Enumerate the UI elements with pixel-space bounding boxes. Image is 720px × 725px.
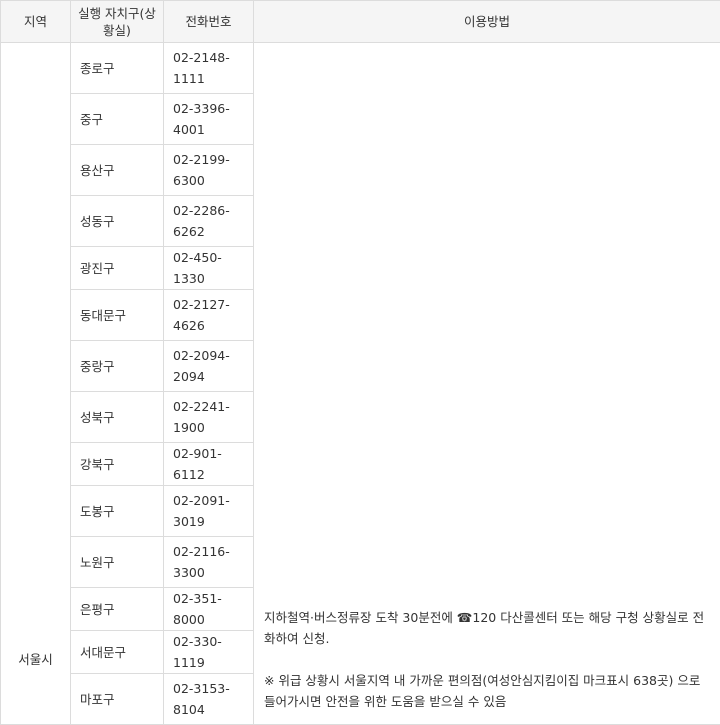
phone-cell: 02-2091-3019	[164, 486, 254, 537]
district-cell: 노원구	[71, 537, 164, 588]
safe-return-service-table: 지역 실행 자치구(상황실) 전화번호 이용방법 서울시종로구02-2148-1…	[0, 0, 720, 725]
table-row: 서울시종로구02-2148-1111지하철역·버스정류장 도착 30분전에 ☎1…	[1, 43, 720, 94]
phone-cell: 02-330-1119	[164, 631, 254, 674]
phone-cell: 02-450-1330	[164, 247, 254, 290]
district-cell: 중랑구	[71, 341, 164, 392]
district-cell: 광진구	[71, 247, 164, 290]
phone-cell: 02-2127-4626	[164, 290, 254, 341]
phone-cell: 02-3396-4001	[164, 94, 254, 145]
phone-cell: 02-2199-6300	[164, 145, 254, 196]
phone-cell: 02-2094-2094	[164, 341, 254, 392]
region-cell: 서울시	[1, 43, 71, 725]
emergency-note: ※ 위급 상황시 서울지역 내 가까운 편의점(여성안심지킴이집 마크표시 63…	[264, 670, 710, 712]
phone-cell: 02-2116-3300	[164, 537, 254, 588]
table-body: 서울시종로구02-2148-1111 지하철역·버스정류장 도착 30분전에 ☎1…	[1, 43, 720, 725]
district-cell: 종로구	[71, 43, 164, 94]
header-phone: 전화번호	[164, 1, 254, 43]
district-cell: 중구	[71, 94, 164, 145]
district-cell: 도봉구	[71, 486, 164, 537]
district-cell: 성북구	[71, 392, 164, 443]
usage-instructions: 지하철역·버스정류장 도착 30분전에 ☎120 다산콜센터 또는 해당 구청 …	[264, 607, 710, 649]
header-district: 실행 자치구(상황실)	[71, 1, 164, 43]
usage-cell: 지하철역·버스정류장 도착 30분전에 ☎120 다산콜센터 또는 해당 구청 …	[254, 43, 720, 725]
header-region: 지역	[1, 1, 71, 43]
district-cell: 마포구	[71, 674, 164, 725]
phone-cell: 02-2286-6262	[164, 196, 254, 247]
district-cell: 강북구	[71, 443, 164, 486]
district-cell: 성동구	[71, 196, 164, 247]
phone-cell: 02-3153-8104	[164, 674, 254, 725]
district-cell: 용산구	[71, 145, 164, 196]
phone-cell: 02-351-8000	[164, 588, 254, 631]
district-cell: 은평구	[71, 588, 164, 631]
table-header-row: 지역 실행 자치구(상황실) 전화번호 이용방법	[1, 1, 720, 43]
district-cell: 동대문구	[71, 290, 164, 341]
header-usage: 이용방법	[254, 1, 720, 43]
district-cell: 서대문구	[71, 631, 164, 674]
phone-cell: 02-2148-1111	[164, 43, 254, 94]
phone-cell: 02-2241-1900	[164, 392, 254, 443]
phone-cell: 02-901-6112	[164, 443, 254, 486]
